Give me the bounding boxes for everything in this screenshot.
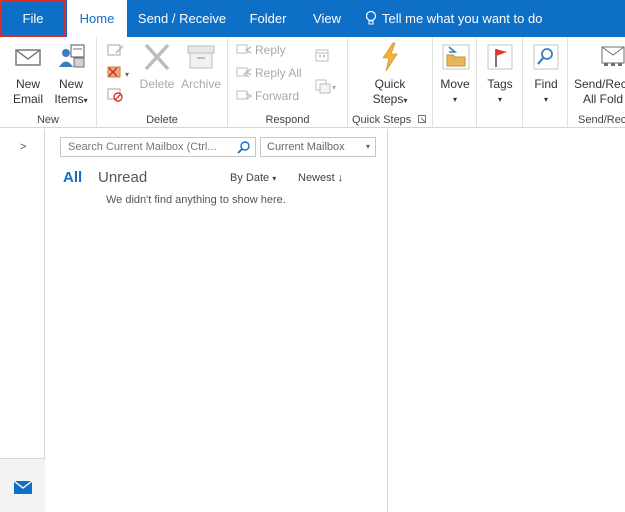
search-scope-dropdown[interactable]: Current Mailbox ▾ [260,137,376,157]
more-respond-icon[interactable] [314,77,332,95]
send-receive-all-button[interactable]: Send/Rec All Fold [574,41,625,107]
dialog-launcher-icon[interactable] [418,115,427,123]
mail-icon [14,481,32,494]
ribbon-group-move: Move ▾ [433,37,477,128]
search-icon [530,41,562,73]
new-email-icon [12,41,44,73]
new-items-button[interactable]: New Items▾ [50,41,92,108]
tags-button[interactable]: Tags ▾ [482,41,518,107]
message-list: Search Current Mailbox (Ctrl... Current … [46,129,388,512]
ribbon-group-new: New Email New Items▾ New [0,37,97,128]
group-label-delete: Delete [146,114,178,126]
ribbon-group-tags: Tags ▾ [477,37,523,128]
mail-nav-button[interactable] [0,458,45,512]
ribbon-group-find: Find ▾ [523,37,568,128]
chevron-down-icon: ▾ [365,142,370,151]
send-receive-label-1: Send/Rec [574,77,625,91]
send-receive-icon [596,41,625,73]
clean-up-icons [107,44,124,102]
delete-button[interactable]: Delete [137,41,177,92]
reply-all-label: Reply All [255,66,302,80]
empty-list-message: We didn't find anything to show here. [106,194,286,206]
ribbon-tab-bar: File Home Send / Receive Folder View Tel… [0,0,625,37]
delete-x-icon [141,41,173,73]
tab-file[interactable]: File [0,0,66,37]
find-label: Find [534,77,558,91]
reply-icon [236,44,252,54]
forward-button[interactable]: Forward [236,86,299,106]
clean-up-dropdown[interactable]: ▾ [125,70,129,79]
quick-steps-button[interactable]: Quick Steps▾ [366,41,414,108]
tab-view[interactable]: View [304,0,350,37]
lightbulb-icon [365,10,377,25]
arrow-down-icon: ↓ [337,172,344,184]
sort-order-toggle[interactable]: Newest ↓ [298,172,343,184]
more-respond-dropdown[interactable]: ▾ [332,83,336,92]
filter-all[interactable]: All [63,169,82,186]
expand-folder-pane-icon[interactable]: > [20,141,26,153]
new-items-icon [55,41,87,73]
search-icon[interactable] [237,140,251,154]
search-placeholder: Search Current Mailbox (Ctrl... [68,141,217,153]
find-dropdown: ▾ [543,95,548,104]
tab-folder[interactable]: Folder [240,0,296,37]
new-email-button[interactable]: New Email [8,41,48,107]
search-scope-value: Current Mailbox [267,141,345,153]
group-label-quick-steps: Quick Steps [348,114,432,126]
tags-label: Tags [487,77,513,91]
find-button[interactable]: Find ▾ [528,41,564,107]
flag-icon [484,41,516,73]
group-label-new: New [36,114,59,126]
move-button[interactable]: Move ▾ [437,41,473,107]
lightning-bolt-icon [374,41,406,73]
forward-icon [236,90,252,100]
ribbon-group-delete: ▾ Delete Archive Delete [97,37,228,128]
tell-me-box[interactable]: Tell me what you want to do [364,0,542,37]
sort-by-dropdown[interactable]: By Date ▾ [230,172,276,184]
tell-me-text: Tell me what you want to do [382,11,543,26]
move-dropdown: ▾ [452,95,457,104]
send-receive-label-2: All Fold [583,92,624,106]
tags-dropdown: ▾ [497,95,502,104]
tab-send-receive[interactable]: Send / Receive [132,0,232,37]
filter-unread[interactable]: Unread [98,169,147,186]
ribbon-group-respond: Reply Reply All Forward ▾ Respond [228,37,348,128]
search-input[interactable]: Search Current Mailbox (Ctrl... [60,137,256,157]
group-label-send-receive: Send/Rec [578,114,625,126]
group-label-respond: Respond [265,114,310,126]
forward-label: Forward [255,89,300,103]
reply-button[interactable]: Reply [236,40,286,60]
new-email-label-2: Email [12,92,43,106]
move-label: Move [440,77,470,91]
new-items-label-1: New [58,77,83,91]
ribbon-group-quick-steps: Quick Steps▾ Quick Steps [348,37,433,128]
delete-label: Delete [139,77,175,91]
ribbon: New Email New Items▾ New ▾ Delete Archiv… [0,37,625,128]
folder-move-icon [439,41,471,73]
quick-steps-label-2: Steps▾ [372,92,408,106]
meeting-icon[interactable] [314,47,330,63]
ribbon-group-send-receive: Send/Rec All Fold Send/Rec [568,37,625,128]
folder-pane-collapsed: > [0,129,45,512]
reply-label: Reply [255,43,286,57]
new-items-label-2: Items▾ [54,92,88,106]
archive-button[interactable]: Archive [179,41,223,92]
new-email-label-1: New [15,77,40,91]
quick-steps-label-1: Quick [374,77,406,91]
reply-all-icon [236,67,252,78]
tab-home[interactable]: Home [67,0,127,37]
archive-box-icon [185,41,217,73]
reply-all-button[interactable]: Reply All [236,63,302,83]
archive-label: Archive [180,77,221,91]
